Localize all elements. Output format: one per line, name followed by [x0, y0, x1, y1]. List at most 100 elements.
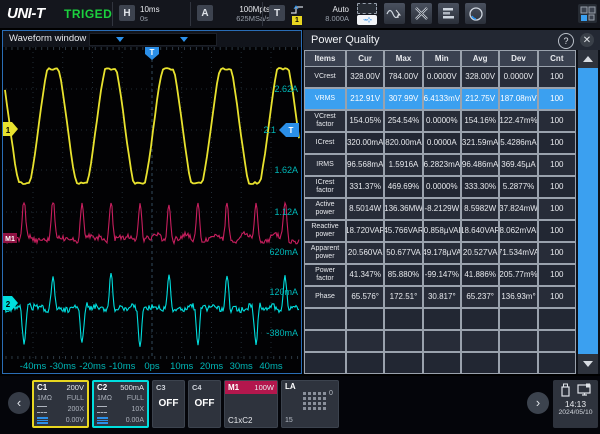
cell: [346, 330, 384, 352]
cell: 1.5916A: [384, 154, 422, 176]
cell: 331.37%: [346, 176, 384, 198]
usb-icon: [560, 383, 571, 397]
math-channel-box[interactable]: M1 100W C1xC2: [224, 380, 278, 428]
cell: [461, 330, 499, 352]
waveform-plot[interactable]: 2.62A1.62A1.12A620mA120mA-380mA-40ms-30m…: [3, 47, 301, 373]
divider: [112, 2, 113, 26]
close-icon[interactable]: ✕: [580, 33, 594, 47]
row-label: VCrest factor: [304, 110, 346, 132]
cell: [423, 330, 461, 352]
cell: -8.2129W: [423, 198, 461, 220]
cell: 41.886%: [461, 264, 499, 286]
x-axis-label: 10ms: [170, 361, 193, 372]
cell: 154.16%: [461, 110, 499, 132]
xy-mode-icon[interactable]: [411, 3, 432, 24]
system-status-box[interactable]: 14:13 2024/05/10: [553, 380, 598, 428]
chevron-down-icon: [116, 37, 124, 42]
row-label: Active power: [304, 198, 346, 220]
cell: 85.880%: [384, 264, 422, 286]
trigger-level: 8.000A: [309, 14, 349, 23]
scrollbar-thumb[interactable]: [578, 68, 598, 354]
cell: 328.00V: [461, 66, 499, 88]
logic-analyzer-box[interactable]: LA 0 15: [281, 380, 339, 428]
cell: 369.45µA: [499, 154, 537, 176]
horizontal-badge: H: [119, 5, 135, 21]
table-row-empty: [304, 308, 576, 330]
sine-cursor-icon[interactable]: [384, 3, 405, 24]
waveform-source-dropdown[interactable]: [89, 33, 217, 46]
layout-grid-icon[interactable]: [578, 4, 597, 23]
trigger-level-label: 2.1: [263, 125, 276, 135]
cell: 254.54%: [384, 110, 422, 132]
power-quality-titlebar: Power Quality ? ✕: [303, 30, 600, 50]
bottom-channel-bar: ‹ C1200V1MΩFULL200X0.00VC2500mA1MΩFULL10…: [0, 376, 600, 434]
row-label: ICrest factor: [304, 176, 346, 198]
channel-box-c3[interactable]: C3OFF: [152, 380, 185, 428]
svg-text:T: T: [150, 48, 155, 57]
table-row[interactable]: VRMS212.91V307.99V6.4133mV212.75V187.08m…: [304, 88, 576, 110]
cell: 0.0000V: [423, 66, 461, 88]
cell: 65.576°: [346, 286, 384, 308]
x-axis-label: 20ms: [200, 361, 223, 372]
channel-box-c4[interactable]: C4OFF: [188, 380, 221, 428]
scroll-up-icon[interactable]: [578, 50, 598, 68]
channel-box-c1[interactable]: C1200V1MΩFULL200X0.00V: [32, 380, 89, 428]
help-icon[interactable]: ?: [558, 33, 574, 49]
table-header-row: ItemsCurMaxMinAvgDevCnt: [304, 50, 576, 66]
histogram-icon[interactable]: [438, 3, 459, 24]
cell: 41.347%: [346, 264, 384, 286]
la-grid-icon: [303, 392, 326, 410]
horizontal-settings[interactable]: H 10ms 0s: [119, 5, 160, 23]
channel-bandwidth: FULL: [67, 395, 84, 402]
table-row[interactable]: VCrest factor154.05%254.54%0.0000%154.16…: [304, 110, 576, 132]
table-row[interactable]: ICrest320.00mA820.00mA0.0000A321.59mA5.4…: [304, 132, 576, 154]
channel-state: OFF: [153, 398, 184, 409]
y-axis-label: 620mA: [269, 247, 298, 257]
cell: 212.75V: [461, 88, 499, 110]
x-axis-label: 40ms: [259, 361, 282, 372]
table-row[interactable]: Active power8.5014W136.36MW-8.2129W8.598…: [304, 198, 576, 220]
table-row[interactable]: IRMS96.568mA1.5916A6.2823mA96.486mA369.4…: [304, 154, 576, 176]
trigger-settings[interactable]: T 1 Auto 8.000A: [269, 5, 349, 25]
scroll-down-icon[interactable]: [578, 354, 598, 374]
cell: 321.59mA: [461, 132, 499, 154]
cell: 18.640VAR: [461, 220, 499, 242]
circle-tool-icon[interactable]: [465, 3, 486, 24]
cell: 65.237°: [461, 286, 499, 308]
math-expression: C1xC2: [228, 416, 252, 425]
channel-offset: 0.00V: [66, 417, 84, 424]
table-row-empty: [304, 352, 576, 374]
cell: 100: [538, 88, 576, 110]
cell: 100: [538, 154, 576, 176]
la-top-count: 0: [329, 390, 333, 397]
cell: [423, 308, 461, 330]
trigger-status: TRIGED: [64, 7, 112, 21]
cell: [384, 352, 422, 374]
la-id: LA: [285, 382, 296, 391]
channel-scale: 500mA: [120, 383, 144, 392]
svg-text:2: 2: [6, 300, 11, 309]
chevron-down-icon: [180, 37, 188, 42]
cell: [499, 330, 537, 352]
back-icon[interactable]: ‹: [8, 392, 30, 414]
table-row[interactable]: Phase65.576°172.51°30.817°65.237°136.93m…: [304, 286, 576, 308]
table-row[interactable]: VCrest328.00V784.00V0.0000V328.00V0.0000…: [304, 66, 576, 88]
channel-box-c2[interactable]: C2500mA1MΩFULL10X0.00A: [92, 380, 149, 428]
cell: [461, 352, 499, 374]
acquire-settings[interactable]: A 100Mpts 625MSa/s: [197, 5, 270, 23]
clock-time: 14:13: [565, 399, 586, 409]
forward-icon[interactable]: ›: [527, 392, 549, 414]
table-row[interactable]: ICrest factor331.37%469.69%0.0000%333.30…: [304, 176, 576, 198]
trigger-badge: T: [269, 5, 285, 21]
cell: 307.99V: [384, 88, 422, 110]
row-label: Power factor: [304, 264, 346, 286]
table-row[interactable]: Reactive power18.720VAR45.766VAR30.858µV…: [304, 220, 576, 242]
cell: 0.0000%: [423, 176, 461, 198]
box-zoom-icon[interactable]: ⌁⊹: [355, 2, 379, 25]
scrollbar[interactable]: [578, 50, 598, 374]
y-axis-label: -380mA: [266, 328, 298, 338]
table-row[interactable]: Apparent power20.560VA50.677VA49.178µVA2…: [304, 242, 576, 264]
waveform-window[interactable]: Waveform window 2.62A1.62A1.12A620mA120m…: [2, 30, 302, 374]
table-row[interactable]: Power factor41.347%85.880%-99.147%41.886…: [304, 264, 576, 286]
zoom-select-icon: [357, 3, 377, 14]
